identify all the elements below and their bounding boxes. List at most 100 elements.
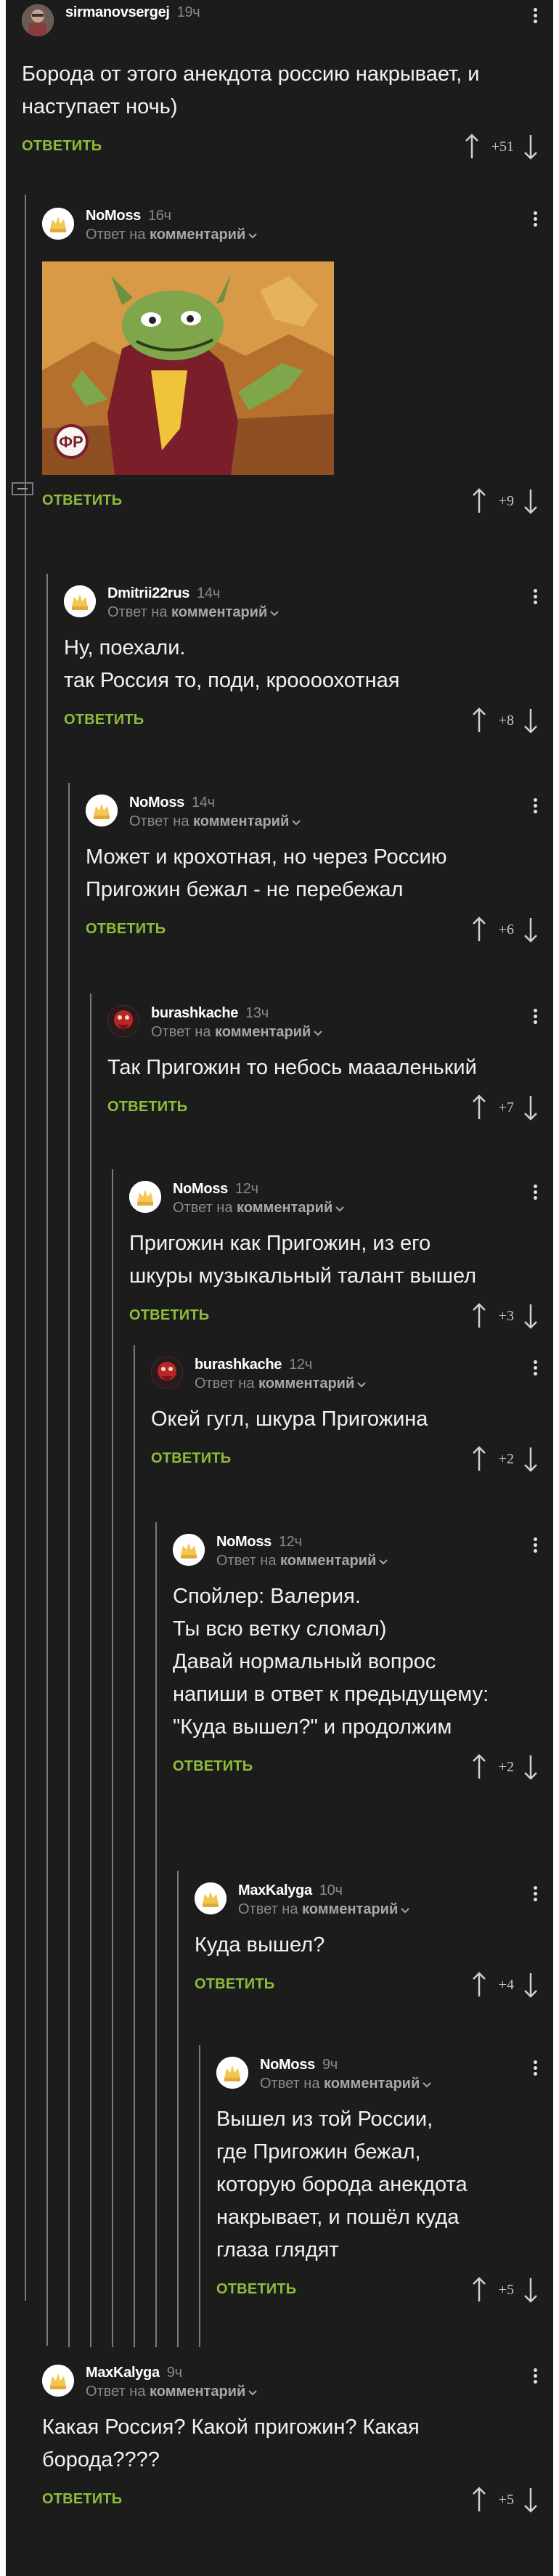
more-options-icon[interactable] [530, 796, 540, 819]
chevron-down-icon[interactable] [399, 1906, 411, 1914]
author-name[interactable]: burashkache [151, 1005, 238, 1021]
reply-button[interactable]: ОТВЕТИТЬ [86, 921, 166, 938]
downvote-arrow-icon[interactable] [521, 2275, 540, 2304]
author-name[interactable]: NoMoss [260, 2057, 315, 2073]
upvote-arrow-icon[interactable] [470, 487, 489, 516]
avatar[interactable] [107, 1005, 139, 1037]
thread-line[interactable] [155, 1522, 157, 2347]
reply-to-link[interactable]: Ответ на комментарий [107, 604, 280, 621]
more-options-icon[interactable] [530, 2366, 540, 2389]
chevron-down-icon[interactable] [312, 1028, 324, 1037]
reply-button[interactable]: ОТВЕТИТЬ [42, 2491, 122, 2508]
reply-to-link[interactable]: Ответ на комментарий [195, 1376, 367, 1392]
reply-to-target[interactable]: комментарий [171, 604, 267, 620]
thread-line[interactable] [134, 1345, 135, 2347]
avatar[interactable] [129, 1181, 161, 1213]
reply-to-link[interactable]: Ответ на комментарий [260, 2076, 433, 2092]
upvote-arrow-icon[interactable] [470, 1445, 489, 1474]
avatar[interactable] [64, 585, 96, 617]
reply-button[interactable]: ОТВЕТИТЬ [64, 712, 144, 728]
reply-button[interactable]: ОТВЕТИТЬ [216, 2281, 296, 2298]
more-options-icon[interactable] [530, 6, 540, 29]
reply-to-link[interactable]: Ответ на комментарий [129, 813, 302, 830]
reply-to-target[interactable]: комментарий [302, 1901, 398, 1917]
downvote-arrow-icon[interactable] [521, 915, 540, 944]
more-options-icon[interactable] [530, 1358, 540, 1381]
reply-to-target[interactable]: комментарий [258, 1376, 354, 1391]
upvote-arrow-icon[interactable] [470, 1093, 489, 1122]
reply-button[interactable]: ОТВЕТИТЬ [173, 1758, 253, 1775]
upvote-arrow-icon[interactable] [462, 132, 481, 161]
thread-line[interactable] [68, 783, 70, 2347]
author-name[interactable]: MaxKalyga [238, 1882, 312, 1898]
upvote-arrow-icon[interactable] [470, 1752, 489, 1781]
chevron-down-icon[interactable] [356, 1380, 367, 1389]
upvote-arrow-icon[interactable] [470, 2485, 489, 2514]
downvote-arrow-icon[interactable] [521, 487, 540, 516]
chevron-down-icon[interactable] [334, 1204, 346, 1213]
avatar[interactable] [151, 1357, 183, 1389]
chevron-down-icon[interactable] [378, 1557, 389, 1566]
reply-to-link[interactable]: Ответ на комментарий [238, 1901, 411, 1918]
comment-image[interactable]: ФР [42, 261, 334, 475]
more-options-icon[interactable] [530, 1884, 540, 1907]
downvote-arrow-icon[interactable] [521, 132, 540, 161]
avatar[interactable] [216, 2057, 248, 2089]
thread-line[interactable] [199, 2045, 200, 2347]
avatar[interactable] [22, 4, 54, 36]
author-name[interactable]: Dmitrii22rus [107, 585, 189, 601]
downvote-arrow-icon[interactable] [521, 1970, 540, 1999]
reply-button[interactable]: ОТВЕТИТЬ [129, 1307, 209, 1324]
author-name[interactable]: NoMoss [173, 1181, 228, 1197]
avatar[interactable] [195, 1882, 227, 1914]
upvote-arrow-icon[interactable] [470, 2275, 489, 2304]
reply-to-link[interactable]: Ответ на комментарий [151, 1024, 324, 1041]
downvote-arrow-icon[interactable] [521, 2485, 540, 2514]
chevron-down-icon[interactable] [269, 609, 280, 617]
chevron-down-icon[interactable] [247, 2388, 258, 2397]
reply-button[interactable]: ОТВЕТИТЬ [195, 1976, 274, 1993]
chevron-down-icon[interactable] [247, 231, 258, 240]
downvote-arrow-icon[interactable] [521, 1445, 540, 1474]
upvote-arrow-icon[interactable] [470, 706, 489, 735]
reply-button[interactable]: ОТВЕТИТЬ [22, 138, 102, 155]
reply-to-link[interactable]: Ответ на комментарий [173, 1200, 346, 1216]
downvote-arrow-icon[interactable] [521, 1752, 540, 1781]
avatar[interactable] [42, 208, 74, 240]
thread-line[interactable] [112, 1169, 113, 2347]
more-options-icon[interactable] [530, 209, 540, 232]
more-options-icon[interactable] [530, 1007, 540, 1030]
thread-line[interactable] [90, 994, 91, 2347]
thread-line[interactable] [177, 1871, 179, 2347]
reply-to-target[interactable]: комментарий [193, 813, 289, 829]
more-options-icon[interactable] [530, 2058, 540, 2081]
reply-to-target[interactable]: комментарий [215, 1024, 311, 1040]
reply-to-target[interactable]: комментарий [150, 227, 245, 243]
reply-button[interactable]: ОТВЕТИТЬ [107, 1099, 187, 1116]
downvote-arrow-icon[interactable] [521, 1301, 540, 1330]
upvote-arrow-icon[interactable] [470, 1301, 489, 1330]
thread-line[interactable] [25, 195, 26, 2301]
upvote-arrow-icon[interactable] [470, 915, 489, 944]
chevron-down-icon[interactable] [290, 818, 302, 826]
thread-line[interactable] [46, 574, 48, 2346]
chevron-down-icon[interactable] [421, 2080, 433, 2089]
author-name[interactable]: NoMoss [86, 208, 141, 224]
reply-to-target[interactable]: комментарий [150, 2384, 245, 2400]
author-name[interactable]: sirmanovsergej [65, 4, 170, 20]
reply-button[interactable]: ОТВЕТИТЬ [42, 492, 122, 509]
avatar[interactable] [86, 795, 118, 826]
author-name[interactable]: MaxKalyga [86, 2365, 160, 2381]
collapse-thread-icon[interactable] [12, 482, 33, 495]
reply-to-link[interactable]: Ответ на комментарий [86, 2384, 258, 2400]
reply-to-link[interactable]: Ответ на комментарий [86, 227, 258, 243]
reply-button[interactable]: ОТВЕТИТЬ [151, 1450, 231, 1467]
avatar[interactable] [173, 1534, 205, 1566]
reply-to-target[interactable]: комментарий [324, 2076, 420, 2092]
reply-to-link[interactable]: Ответ на комментарий [216, 1553, 389, 1569]
reply-to-target[interactable]: комментарий [280, 1553, 376, 1569]
author-name[interactable]: NoMoss [216, 1534, 272, 1550]
downvote-arrow-icon[interactable] [521, 706, 540, 735]
more-options-icon[interactable] [530, 587, 540, 610]
upvote-arrow-icon[interactable] [470, 1970, 489, 1999]
